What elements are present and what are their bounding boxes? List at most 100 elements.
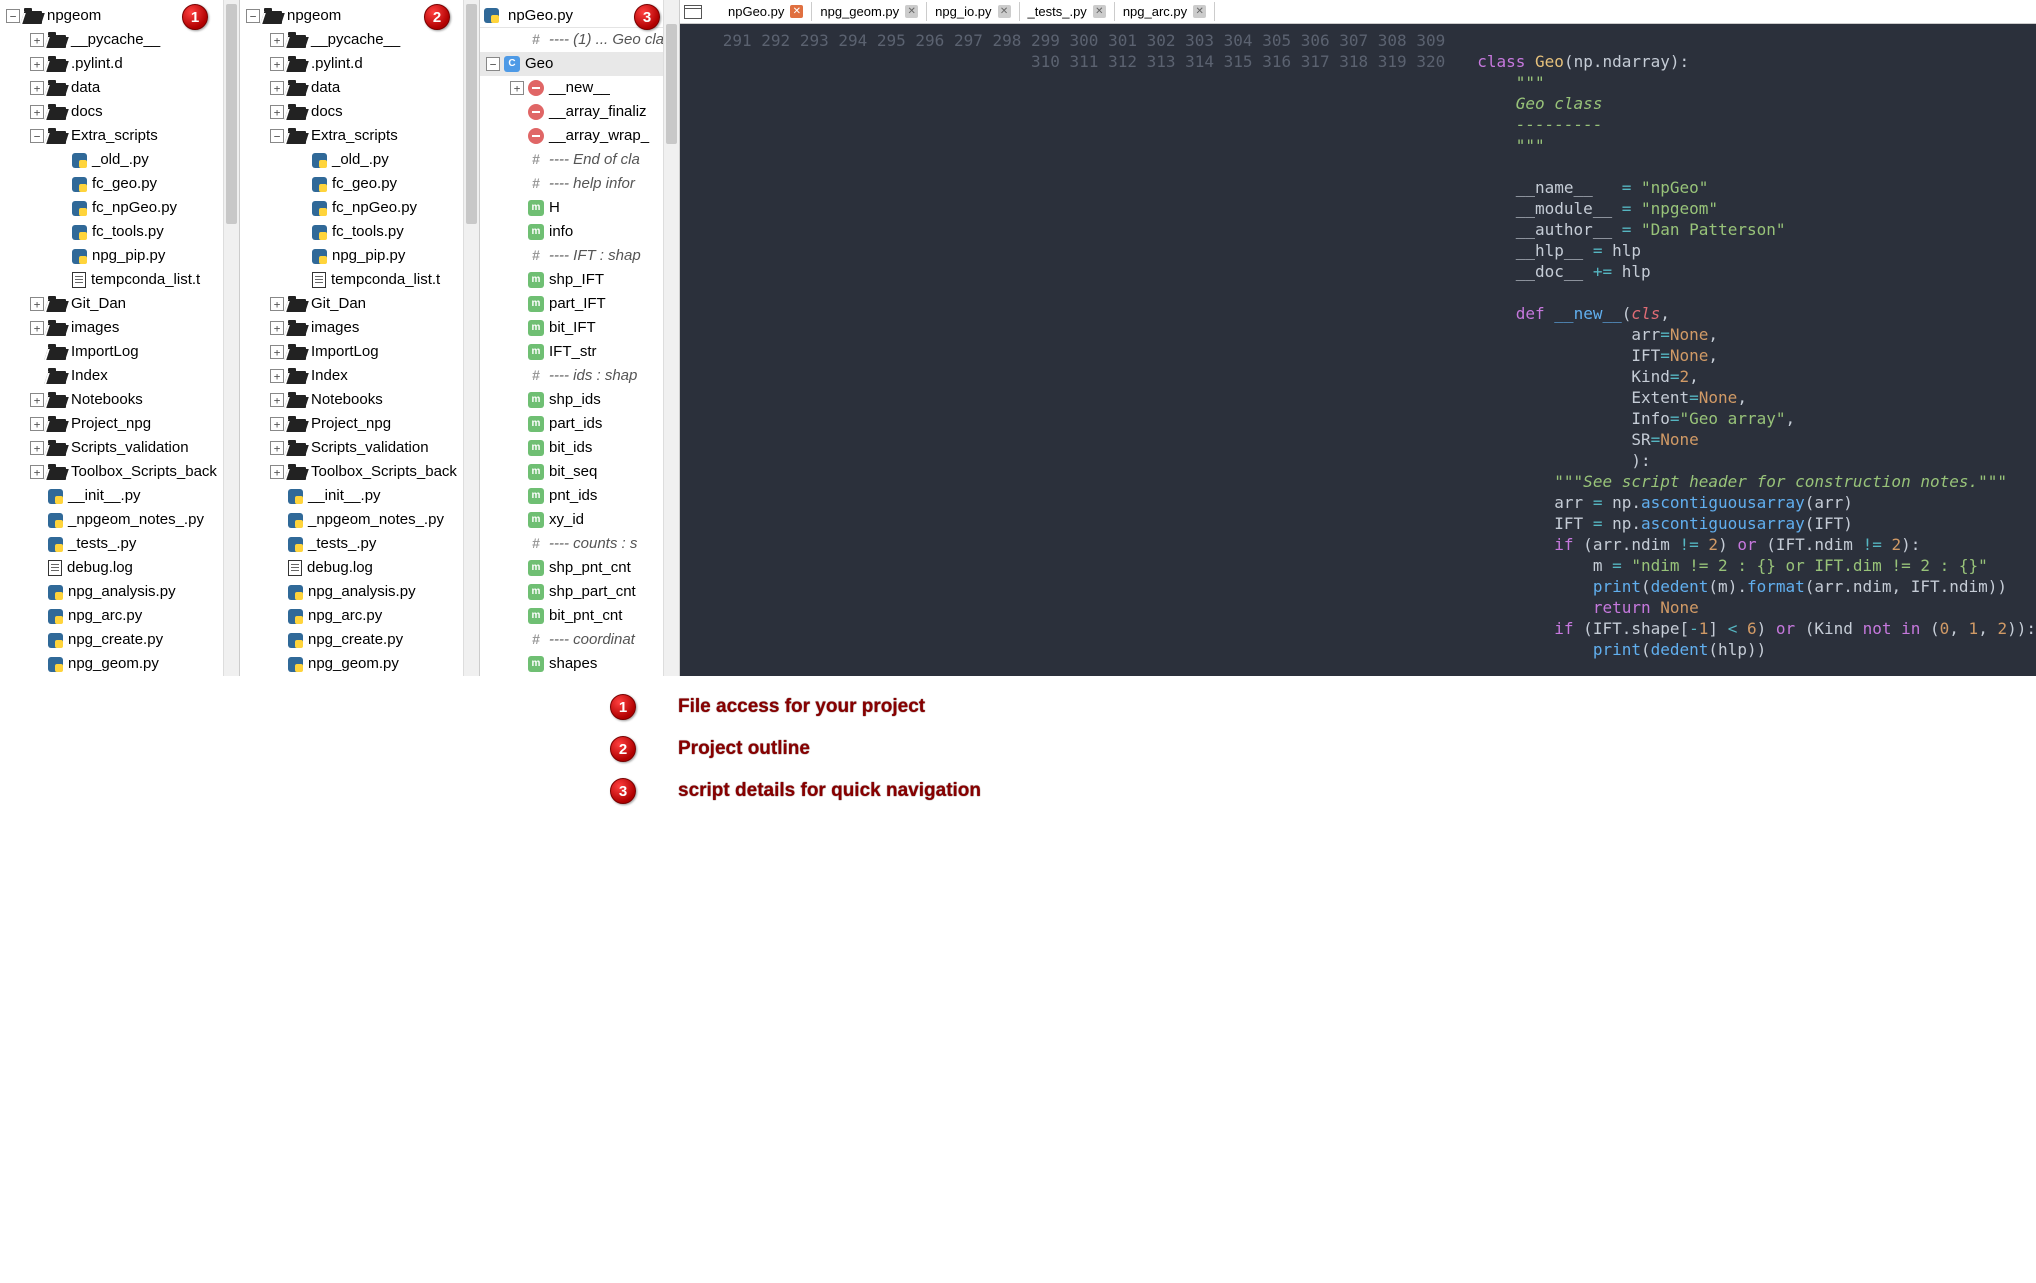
tree-item[interactable]: +docs <box>240 100 479 124</box>
expand-toggle[interactable]: + <box>30 465 44 479</box>
expand-toggle[interactable]: + <box>270 105 284 119</box>
editor-tab[interactable]: npg_io.py✕ <box>927 2 1019 21</box>
close-icon[interactable]: ✕ <box>998 5 1011 18</box>
expand-toggle[interactable]: + <box>270 441 284 455</box>
outline-item[interactable]: __array_wrap_ <box>480 124 679 148</box>
tree-item[interactable]: fc_geo.py <box>240 172 479 196</box>
tree-item[interactable]: debug.log <box>0 556 239 580</box>
editor-tab[interactable]: npg_arc.py✕ <box>1115 2 1215 21</box>
tree-item[interactable]: _npgeom_notes_.py <box>0 508 239 532</box>
tree-item[interactable]: npg_pip.py <box>240 244 479 268</box>
expand-toggle[interactable]: + <box>30 297 44 311</box>
tree-item[interactable]: +Notebooks <box>240 388 479 412</box>
outline-item[interactable]: xy_id <box>480 508 679 532</box>
tree-item[interactable]: +data <box>240 76 479 100</box>
expand-toggle[interactable]: − <box>270 129 284 143</box>
tree-item[interactable]: +Scripts_validation <box>0 436 239 460</box>
scrollbar[interactable] <box>223 0 239 676</box>
tree-item[interactable]: +Toolbox_Scripts_back <box>0 460 239 484</box>
tree-item[interactable]: npg_pip.py <box>0 244 239 268</box>
outline-item[interactable]: pnt_ids <box>480 484 679 508</box>
outline-item[interactable]: ---- counts : s <box>480 532 679 556</box>
code-editor[interactable]: 291 292 293 294 295 296 297 298 299 300 … <box>680 24 2036 676</box>
expand-toggle[interactable]: + <box>30 57 44 71</box>
tree-item[interactable]: debug.log <box>240 556 479 580</box>
tree-item[interactable]: tempconda_list.t <box>240 268 479 292</box>
tree-item[interactable]: +__pycache__ <box>0 28 239 52</box>
outline-item[interactable]: ---- End of cla <box>480 148 679 172</box>
outline-item[interactable]: IFT_str <box>480 340 679 364</box>
scrollbar-thumb[interactable] <box>466 4 477 224</box>
file-explorer-panel[interactable]: −npgeom+__pycache__+.pylint.d+data+docs−… <box>0 0 240 676</box>
editor-tab[interactable]: _tests_.py✕ <box>1020 2 1115 21</box>
tree-item[interactable]: +__pycache__ <box>240 28 479 52</box>
tree-item[interactable]: npg_create.py <box>0 628 239 652</box>
tree-item[interactable]: fc_tools.py <box>0 220 239 244</box>
tree-item[interactable]: fc_tools.py <box>240 220 479 244</box>
expand-toggle[interactable]: + <box>270 465 284 479</box>
tree-item[interactable]: fc_npGeo.py <box>240 196 479 220</box>
outline-item[interactable]: ---- coordinat <box>480 628 679 652</box>
tree-item[interactable]: +images <box>0 316 239 340</box>
outline-item[interactable]: shp_pnt_cnt <box>480 556 679 580</box>
expand-toggle[interactable]: + <box>30 105 44 119</box>
expand-toggle[interactable]: + <box>30 393 44 407</box>
tree-item[interactable]: +Index <box>240 364 479 388</box>
outline-item[interactable]: shp_part_cnt <box>480 580 679 604</box>
tree-item[interactable]: npg_geom.py <box>240 652 479 676</box>
tree-item[interactable]: fc_geo.py <box>0 172 239 196</box>
expand-toggle[interactable]: + <box>30 417 44 431</box>
tree-item[interactable]: _tests_.py <box>0 532 239 556</box>
outline-item[interactable]: part_ids <box>480 412 679 436</box>
outline-item[interactable]: ---- (1) ... Geo clas <box>480 28 679 52</box>
expand-toggle[interactable]: + <box>270 369 284 383</box>
tree-item[interactable]: npg_arc.py <box>240 604 479 628</box>
expand-toggle[interactable]: + <box>30 81 44 95</box>
tree-item[interactable]: +Project_npg <box>240 412 479 436</box>
tree-item[interactable]: _old_.py <box>240 148 479 172</box>
close-icon[interactable]: ✕ <box>1093 5 1106 18</box>
outline-item[interactable]: H <box>480 196 679 220</box>
tree-item[interactable]: +ImportLog <box>240 340 479 364</box>
editor-tab[interactable]: npGeo.py✕ <box>720 2 812 21</box>
expand-toggle[interactable]: + <box>30 441 44 455</box>
tree-item[interactable]: +Git_Dan <box>240 292 479 316</box>
expand-toggle[interactable]: + <box>270 297 284 311</box>
tree-item[interactable]: __init__.py <box>0 484 239 508</box>
tree-item[interactable]: npg_create.py <box>240 628 479 652</box>
outline-item[interactable]: bit_pnt_cnt <box>480 604 679 628</box>
expand-toggle[interactable]: + <box>270 321 284 335</box>
tree-item[interactable]: +Project_npg <box>0 412 239 436</box>
tree-item[interactable]: +data <box>0 76 239 100</box>
tree-item[interactable]: npg_analysis.py <box>0 580 239 604</box>
expand-toggle[interactable]: + <box>270 417 284 431</box>
close-icon[interactable]: ✕ <box>905 5 918 18</box>
tree-item[interactable]: npg_analysis.py <box>240 580 479 604</box>
close-icon[interactable]: ✕ <box>790 5 803 18</box>
tree-item[interactable]: +.pylint.d <box>240 52 479 76</box>
tree-item[interactable]: tempconda_list.t <box>0 268 239 292</box>
outline-item[interactable]: +__new__ <box>480 76 679 100</box>
expand-toggle[interactable]: + <box>270 81 284 95</box>
expand-toggle[interactable]: − <box>246 9 260 23</box>
tree-item[interactable]: +Git_Dan <box>0 292 239 316</box>
expand-toggle[interactable]: + <box>510 81 524 95</box>
outline-item[interactable]: bit_seq <box>480 460 679 484</box>
tree-item[interactable]: ImportLog <box>0 340 239 364</box>
tree-item[interactable]: _tests_.py <box>240 532 479 556</box>
window-icon[interactable] <box>684 5 702 19</box>
outline-item[interactable]: ---- ids : shap <box>480 364 679 388</box>
tree-item[interactable]: −Extra_scripts <box>240 124 479 148</box>
script-outline-panel[interactable]: npGeo.py ---- (1) ... Geo clas−Geo+__new… <box>480 0 680 676</box>
scrollbar[interactable] <box>463 0 479 676</box>
tree-item[interactable]: +images <box>240 316 479 340</box>
outline-item[interactable]: info <box>480 220 679 244</box>
expand-toggle[interactable]: − <box>30 129 44 143</box>
outline-item[interactable]: shp_IFT <box>480 268 679 292</box>
expand-toggle[interactable]: + <box>270 57 284 71</box>
tree-item[interactable]: __init__.py <box>240 484 479 508</box>
outline-item[interactable]: bit_ids <box>480 436 679 460</box>
tree-item[interactable]: +docs <box>0 100 239 124</box>
outline-item[interactable]: shapes <box>480 652 679 676</box>
tree-item[interactable]: _old_.py <box>0 148 239 172</box>
